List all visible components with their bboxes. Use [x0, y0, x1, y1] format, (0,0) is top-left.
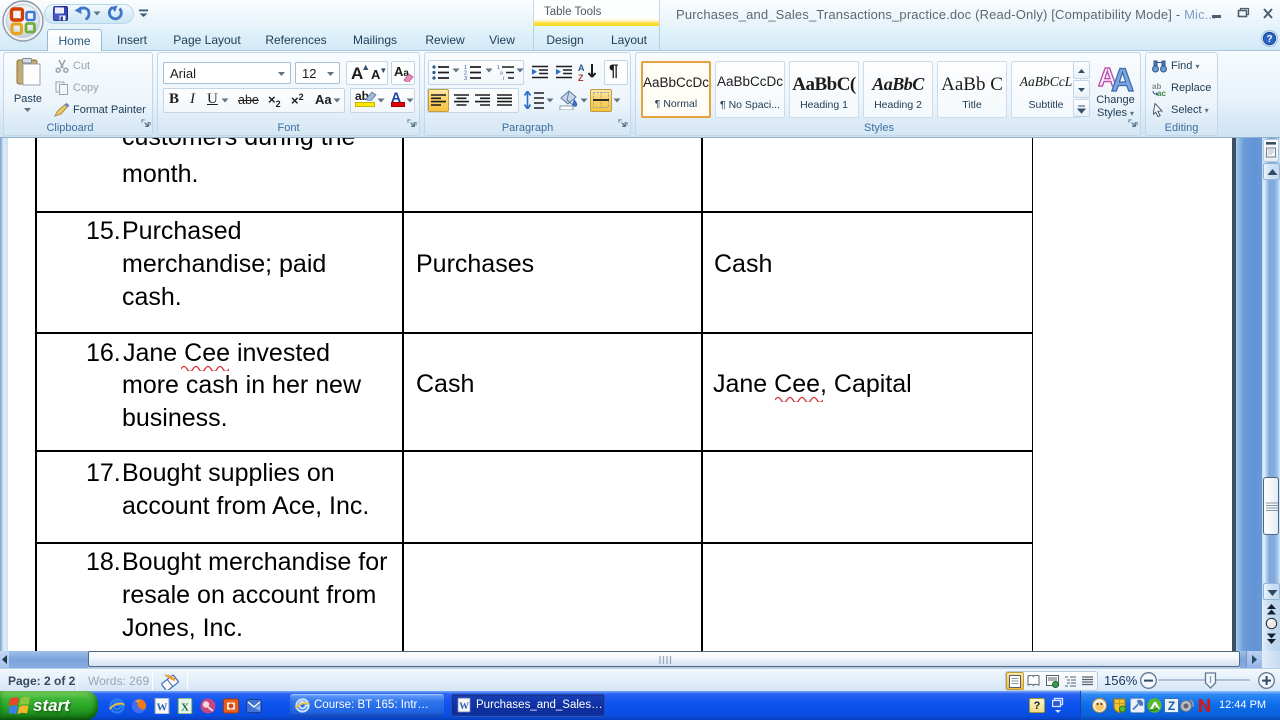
svg-text:ac: ac	[1157, 89, 1166, 96]
svg-text:A: A	[578, 63, 585, 73]
svg-text:?: ?	[1266, 34, 1272, 45]
svg-text:3: 3	[464, 76, 467, 80]
svg-text:i: i	[503, 76, 504, 80]
svg-text:Z: Z	[578, 73, 584, 82]
svg-text:X: X	[181, 702, 189, 714]
svg-text:W: W	[459, 701, 469, 712]
svg-text:A: A	[1111, 62, 1134, 93]
svg-text:Z: Z	[1168, 699, 1175, 713]
svg-text:W: W	[157, 702, 168, 714]
